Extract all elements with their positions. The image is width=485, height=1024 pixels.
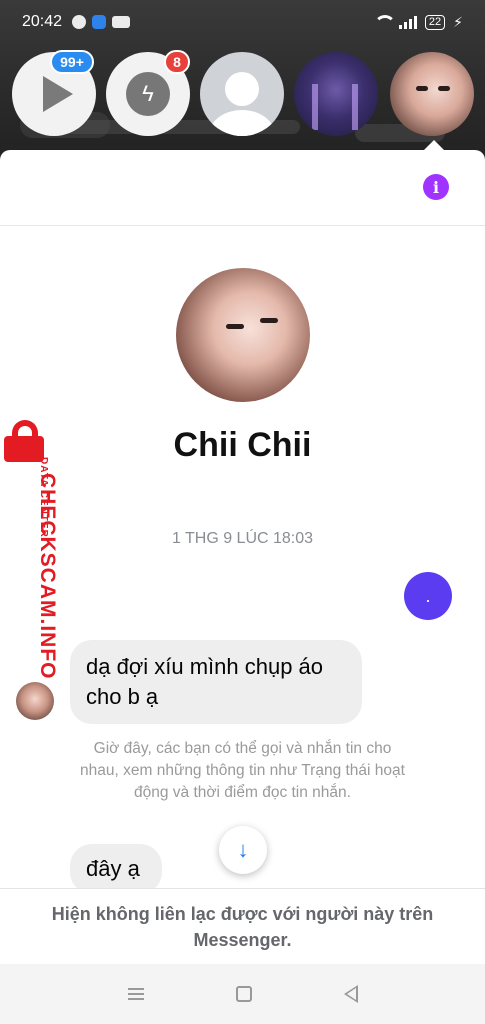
- unread-badge: 8: [164, 50, 190, 74]
- received-message-bubble[interactable]: đây ạ: [70, 844, 162, 894]
- chat-head-active-avatar[interactable]: [390, 52, 474, 136]
- recent-apps-icon[interactable]: [127, 988, 144, 1000]
- unavailable-footer: Hiện không liên lạc được với người này t…: [0, 888, 485, 964]
- person-icon: [225, 72, 259, 106]
- watermark-brand: CHECKSCAM.INFO: [36, 473, 59, 680]
- profile-avatar[interactable]: [176, 268, 310, 402]
- arrow-down-icon: ↓: [237, 837, 249, 862]
- charging-icon: ⚡: [453, 13, 463, 30]
- messenger-notification-icon: [72, 15, 87, 29]
- conversation-notice: Giờ đây, các bạn có thể gọi và nhắn tin …: [80, 740, 405, 801]
- received-message-bubble[interactable]: dạ đợi xíu mình chụp áo cho b ạ: [70, 640, 362, 724]
- wifi-icon: [373, 15, 396, 29]
- play-icon: [43, 76, 73, 112]
- system-nav-bar: [0, 964, 485, 1024]
- signal-icon: [398, 15, 417, 29]
- chat-head-default-avatar[interactable]: [200, 52, 284, 136]
- battery-icon: 22: [424, 14, 446, 30]
- notification-icons: [72, 15, 131, 29]
- status-indicators: 22 ⚡: [373, 14, 463, 31]
- chat-panel: i Chii Chii 1 THG 9 LÚC 18:03 . dạ đợi x…: [0, 150, 485, 964]
- active-head-pointer: [424, 140, 444, 150]
- app-notification-icon: [92, 15, 107, 29]
- messenger-icon: ϟ: [126, 72, 170, 116]
- scroll-down-button[interactable]: ↓: [219, 826, 267, 874]
- watermark-lock-icon: [2, 420, 46, 462]
- sender-avatar[interactable]: [16, 682, 54, 720]
- unread-badge: 99+: [50, 50, 94, 74]
- chat-head-avatar[interactable]: [294, 52, 378, 136]
- sent-message-bubble[interactable]: .: [404, 572, 452, 620]
- status-time: 20:42: [22, 13, 63, 30]
- youtube-notification-icon: [112, 16, 131, 28]
- info-icon[interactable]: i: [423, 174, 449, 200]
- message-timestamp: 1 THG 9 LÚC 18:03: [171, 530, 314, 547]
- contact-name: Chii Chii: [173, 426, 312, 464]
- chat-heads-row: 99+ ϟ 8: [0, 50, 485, 142]
- chat-header: i: [0, 150, 485, 226]
- home-icon[interactable]: [235, 986, 252, 1002]
- status-bar: 20:42 22 ⚡: [0, 0, 485, 44]
- back-icon[interactable]: [343, 985, 358, 1003]
